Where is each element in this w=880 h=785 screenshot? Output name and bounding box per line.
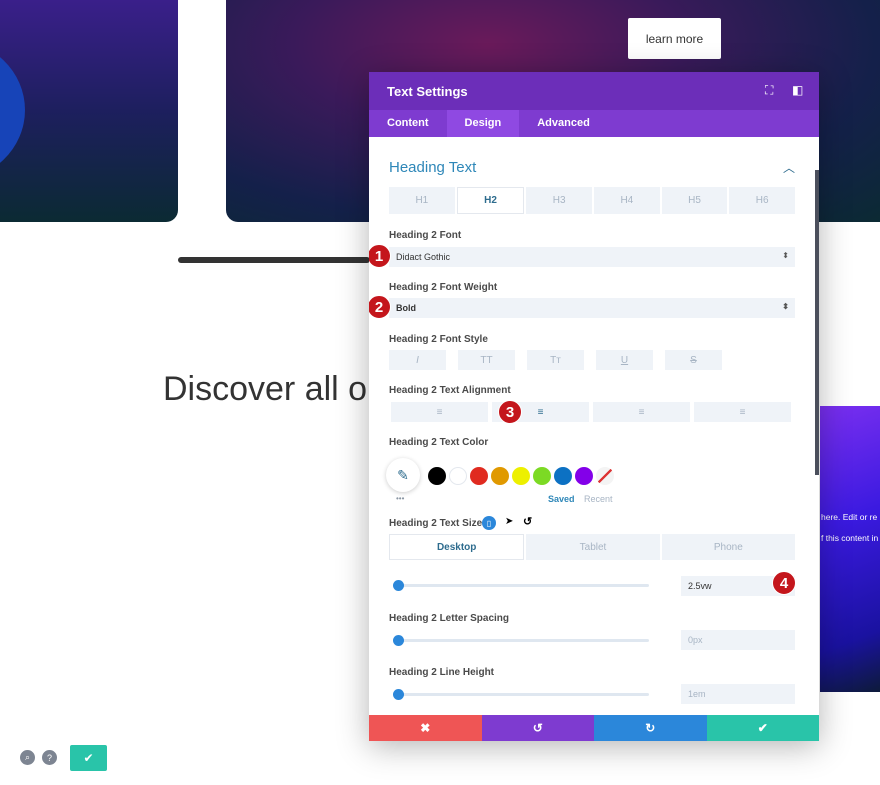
responsive-icon[interactable]: ▯ (482, 516, 496, 530)
tab-h1[interactable]: H1 (389, 187, 455, 214)
save-page-button[interactable]: ✔ (70, 745, 107, 771)
device-tabs: Desktop Tablet Phone (389, 534, 795, 560)
chevron-up-icon[interactable]: ︿ (783, 159, 795, 176)
modal-header: Text Settings ⛶ ◧ (369, 72, 819, 110)
section-title: Heading Text (389, 159, 477, 176)
tab-h2[interactable]: H2 (456, 187, 525, 214)
right-card-text-1: here. Edit or re (821, 512, 878, 522)
heading-level-tabs: H1 H2 H3 H4 H5 H6 (389, 187, 796, 214)
blue-circle-graphic (0, 40, 25, 180)
color-label: Heading 2 Text Color (389, 437, 489, 448)
modal-footer: ✖ ↺ ↻ ✔ (369, 715, 819, 741)
right-card-text-2: f this content in (821, 533, 879, 543)
swatch-white[interactable] (449, 467, 467, 485)
letter-spacing-input[interactable]: 0px (681, 630, 795, 650)
zoom-icon[interactable]: ⌕ (20, 750, 35, 765)
select-arrows-icon: ⬍ (782, 251, 789, 260)
tab-tablet[interactable]: Tablet (526, 534, 660, 560)
eyedropper-icon[interactable]: ✎ (386, 458, 420, 492)
modal-title: Text Settings (387, 84, 468, 99)
scrollbar[interactable] (815, 170, 819, 475)
underline-button[interactable]: U (596, 350, 653, 370)
tab-h5[interactable]: H5 (661, 187, 728, 214)
alignment-label: Heading 2 Text Alignment (389, 385, 511, 396)
alignment-buttons: ≡ ≡ ≡ ≡ (391, 402, 791, 422)
slider-handle[interactable] (393, 689, 404, 700)
tab-h6[interactable]: H6 (729, 187, 796, 214)
tab-design[interactable]: Design (446, 110, 520, 137)
step-badge-3: 3 (498, 400, 522, 424)
discover-heading: Discover all ou (163, 370, 386, 408)
step-badge-4: 4 (772, 571, 796, 595)
tab-phone[interactable]: Phone (661, 534, 795, 560)
align-right-icon[interactable]: ≡ (593, 402, 690, 422)
align-justify-icon[interactable]: ≡ (694, 402, 791, 422)
recent-tab[interactable]: Recent (584, 494, 613, 504)
swatch-red[interactable] (470, 467, 488, 485)
divider-bar (178, 257, 370, 263)
line-height-slider[interactable] (393, 689, 649, 700)
strikethrough-button[interactable]: S (665, 350, 722, 370)
step-badge-2: 2 (369, 295, 391, 319)
text-size-slider[interactable] (393, 580, 649, 591)
cancel-button[interactable]: ✖ (369, 715, 482, 741)
line-height-label: Heading 2 Line Height (389, 667, 495, 678)
text-settings-modal: Text Settings ⛶ ◧ Content Design Advance… (369, 72, 819, 741)
font-label: Heading 2 Font (389, 230, 462, 241)
swatch-black[interactable] (428, 467, 446, 485)
swatch-orange[interactable] (491, 467, 509, 485)
cursor-icon[interactable]: ➤ (505, 516, 513, 527)
font-select[interactable]: Didact Gothic ⬍ (389, 247, 795, 267)
font-style-buttons: I TT Tт U S (389, 350, 722, 370)
swatch-green[interactable] (533, 467, 551, 485)
letter-spacing-slider[interactable] (393, 635, 649, 646)
left-hero-card (0, 0, 178, 222)
reset-icon[interactable]: ↺ (523, 515, 532, 528)
align-left-icon[interactable]: ≡ (391, 402, 488, 422)
size-label: Heading 2 Text Size (389, 518, 483, 529)
step-badge-1: 1 (369, 244, 391, 268)
font-value: Didact Gothic (396, 252, 451, 262)
tab-content[interactable]: Content (369, 110, 447, 137)
saved-tab[interactable]: Saved (548, 494, 575, 504)
more-colors-icon[interactable]: ••• (396, 494, 404, 503)
swatch-blue[interactable] (554, 467, 572, 485)
weight-select[interactable]: Bold ⬍ (389, 298, 795, 318)
weight-label: Heading 2 Font Weight (389, 282, 498, 293)
weight-value: Bold (396, 303, 416, 313)
select-arrows-icon: ⬍ (782, 302, 789, 311)
uppercase-button[interactable]: TT (458, 350, 515, 370)
letter-spacing-label: Heading 2 Letter Spacing (389, 613, 510, 624)
italic-button[interactable]: I (389, 350, 446, 370)
slider-handle[interactable] (393, 580, 404, 591)
right-purple-card: here. Edit or re f this content in (820, 406, 880, 692)
help-icon[interactable]: ? (42, 750, 57, 765)
tab-advanced[interactable]: Advanced (519, 110, 608, 137)
swatch-yellow[interactable] (512, 467, 530, 485)
tab-desktop[interactable]: Desktop (389, 534, 525, 560)
learn-more-button[interactable]: learn more (628, 18, 721, 59)
swatch-none[interactable] (596, 467, 614, 485)
slider-handle[interactable] (393, 635, 404, 646)
capitalize-button[interactable]: Tт (527, 350, 584, 370)
tab-h3[interactable]: H3 (526, 187, 593, 214)
redo-button[interactable]: ↻ (594, 715, 707, 741)
line-height-input[interactable]: 1em (681, 684, 795, 704)
tab-h4[interactable]: H4 (594, 187, 660, 214)
sidebar-toggle-icon[interactable]: ◧ (792, 83, 803, 97)
save-button[interactable]: ✔ (706, 715, 819, 741)
style-label: Heading 2 Font Style (389, 334, 488, 345)
swatch-purple[interactable] (575, 467, 593, 485)
undo-button[interactable]: ↺ (481, 715, 594, 741)
fullscreen-icon[interactable]: ⛶ (765, 83, 773, 98)
modal-tabs: Content Design Advanced (369, 110, 819, 137)
